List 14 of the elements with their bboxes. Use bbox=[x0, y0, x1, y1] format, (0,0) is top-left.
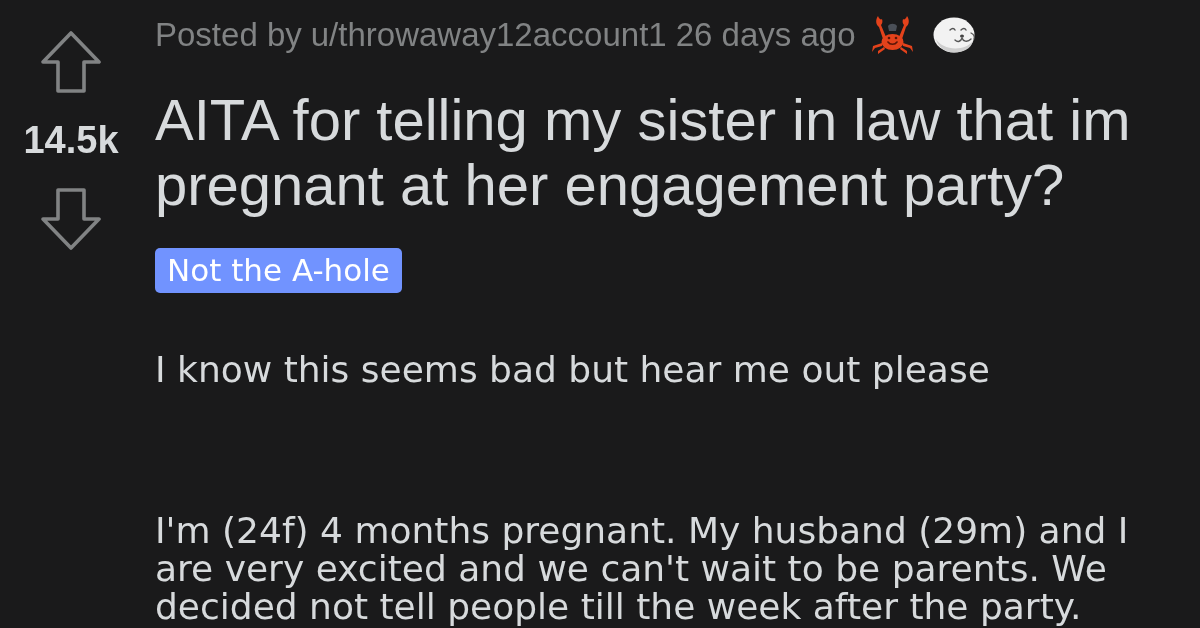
username-link[interactable]: u/throwaway12account1 bbox=[310, 17, 667, 53]
arrow-up-icon bbox=[41, 31, 101, 93]
arrow-down-icon bbox=[41, 188, 101, 250]
upvote-button[interactable] bbox=[41, 31, 101, 93]
seal-icon bbox=[933, 17, 978, 53]
post-title: AITA for telling my sister in law that im pregnant at her engagement party? bbox=[155, 87, 1132, 217]
crab-icon bbox=[870, 15, 916, 55]
post-flair: Not the A-hole bbox=[155, 248, 402, 293]
body-paragraph: I'm (24f) 4 months pregnant. My husband (29m) and I are very excited and we can't wait to be parents. We decided not tell people till the week after the party. bbox=[155, 512, 1130, 626]
post-time: 26 days ago bbox=[675, 17, 856, 53]
body-paragraph: I know this seems bad but hear me out please bbox=[155, 351, 990, 389]
posted-by-label: Posted by bbox=[155, 17, 302, 53]
downvote-button[interactable] bbox=[41, 188, 101, 250]
vote-count: 14.5k bbox=[23, 120, 119, 160]
